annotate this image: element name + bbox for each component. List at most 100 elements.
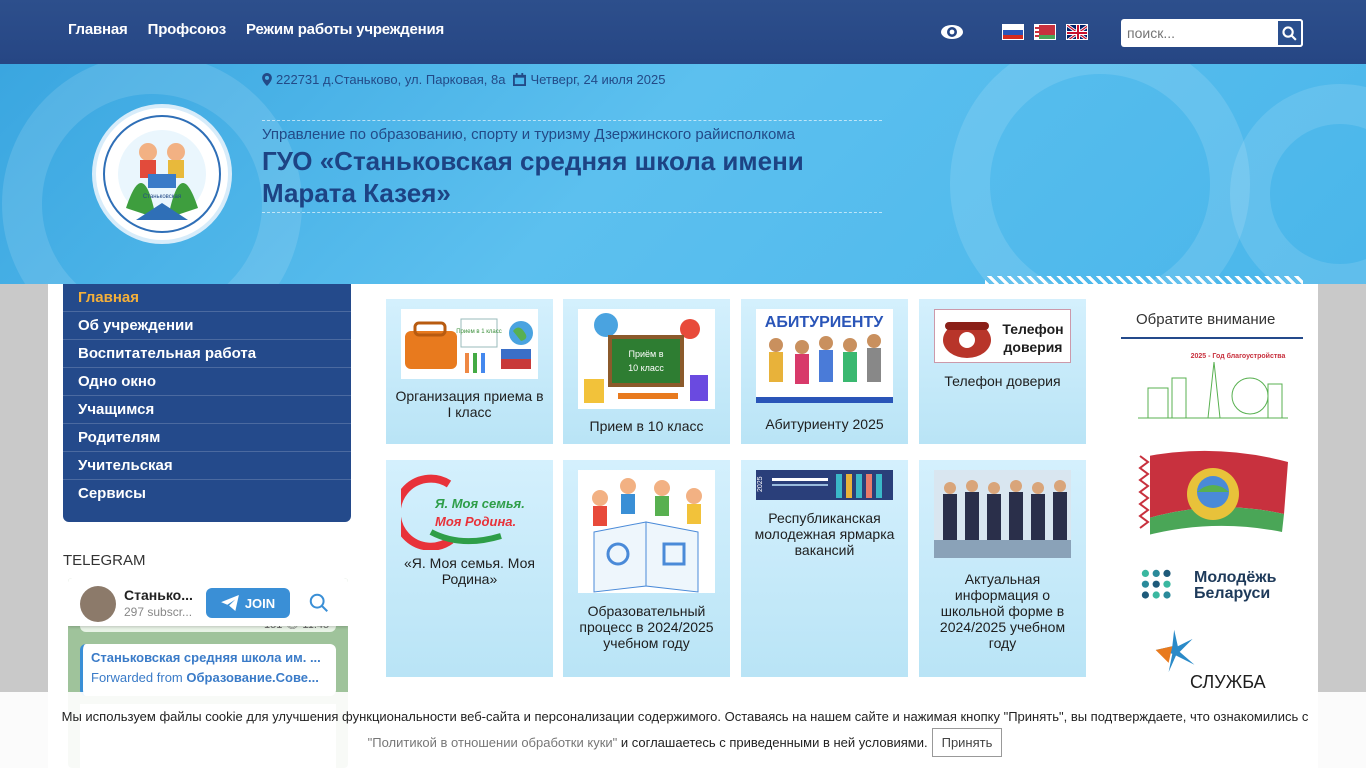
card-school-uniform[interactable]: Актуальная информация о школьной форме в… bbox=[919, 460, 1086, 677]
telegram-channel-name[interactable]: Станько... bbox=[124, 587, 193, 603]
card-img-text: Прием в 1 класс bbox=[456, 329, 502, 335]
map-marker-icon bbox=[262, 73, 272, 86]
card-caption: Республиканская молодежная ярмарка вакан… bbox=[754, 510, 895, 558]
card-my-family[interactable]: Я. Моя семья. Моя Родина. «Я. Моя семья.… bbox=[386, 460, 553, 677]
sidebar-item-teachers[interactable]: Учительская bbox=[63, 452, 351, 480]
side-menu: Главная Об учреждении Воспитательная раб… bbox=[63, 284, 351, 522]
telegram-message[interactable]: Станьковская средняя школа им. ... Forwa… bbox=[80, 644, 336, 696]
students-group-icon: АБИТУРИЕНТУ bbox=[756, 311, 893, 403]
top-nav: Главная Профсоюз Режим работы учреждения bbox=[68, 21, 444, 38]
banner-service-text: СЛУЖБА bbox=[1190, 672, 1266, 692]
card-image: АБИТУРИЕНТУ bbox=[756, 309, 893, 403]
telegram-join-button[interactable]: JOIN bbox=[206, 588, 290, 618]
banner-national-emblem[interactable] bbox=[1138, 448, 1288, 542]
telegram-message-title: Станьковская средняя школа им. ... bbox=[91, 650, 321, 665]
svg-text:Приём в: Приём в bbox=[629, 349, 664, 359]
sidebar-item-students[interactable]: Учащимся bbox=[63, 396, 351, 424]
topnav-union[interactable]: Профсоюз bbox=[148, 21, 227, 38]
attention-heading: Обратите внимание bbox=[1121, 308, 1303, 339]
youth-logo-icon bbox=[1141, 569, 1171, 599]
service-logo-icon bbox=[1155, 629, 1195, 673]
telegram-title: TELEGRAM bbox=[63, 552, 146, 569]
search-button[interactable] bbox=[1276, 19, 1303, 47]
phone-icon: Телефон доверия bbox=[943, 321, 1064, 358]
card-caption: «Я. Моя семья. Моя Родина» bbox=[403, 555, 535, 587]
search-input[interactable] bbox=[1127, 23, 1275, 43]
card-first-grade[interactable]: Прием в 1 класс Организация приема в I к… bbox=[386, 299, 553, 444]
card-trust-phone[interactable]: Телефон доверия Телефон доверия bbox=[919, 299, 1086, 444]
svg-text:доверия: доверия bbox=[1004, 339, 1063, 355]
address-line: 222731 д.Станьково, ул. Парковая, 8а Чет… bbox=[262, 72, 665, 87]
card-image: Приём в 10 класс bbox=[578, 309, 715, 409]
card-caption: Актуальная информация о школьной форме в… bbox=[939, 571, 1066, 651]
search-box bbox=[1121, 19, 1303, 47]
telegram-avatar[interactable] bbox=[80, 586, 116, 622]
banner-service[interactable]: СЛУЖБА bbox=[1138, 624, 1288, 692]
sidebar-item-home[interactable]: Главная bbox=[63, 284, 351, 312]
logo-emblem-icon: Станьковская bbox=[103, 115, 221, 233]
family-logo-icon: Я. Моя семья. Моя Родина. bbox=[401, 474, 525, 550]
card-image bbox=[578, 470, 715, 593]
school-name[interactable]: ГУО «Станьковская средняя школа имени Ма… bbox=[262, 145, 882, 209]
cookie-text: Мы используем файлы cookie для улучшения… bbox=[61, 709, 1309, 724]
cookie-policy-link[interactable]: "Политикой в отношении обработки куки" bbox=[368, 735, 618, 750]
sidebar-item-services[interactable]: Сервисы bbox=[63, 480, 351, 508]
card-image bbox=[934, 470, 1071, 558]
telegram-forwarded-source[interactable]: Образование.Сове... bbox=[186, 670, 319, 685]
by-flag-icon[interactable] bbox=[1034, 24, 1056, 40]
eye-icon[interactable] bbox=[940, 22, 964, 42]
banner-youth-belarus[interactable]: Молодёжь Беларуси bbox=[1138, 566, 1288, 606]
topnav-home[interactable]: Главная bbox=[68, 21, 128, 38]
telegram-subscribers: 297 subscr... bbox=[124, 605, 193, 619]
card-image: Прием в 1 класс bbox=[401, 309, 538, 379]
card-img-text: АБИТУРИЕНТУ bbox=[765, 314, 884, 331]
card-caption: Абитуриенту 2025 bbox=[765, 416, 884, 432]
uniform-students-icon bbox=[934, 470, 1071, 558]
svg-text:Станьковская: Станьковская bbox=[143, 194, 181, 200]
cookie-notice: Мы используем файлы cookie для улучшения… bbox=[0, 692, 1366, 768]
card-image: 2025 bbox=[756, 470, 893, 500]
header-divider bbox=[262, 120, 882, 121]
header-divider bbox=[262, 212, 882, 213]
card-caption: Прием в 10 класс bbox=[589, 418, 704, 434]
decor-ring bbox=[1230, 84, 1366, 284]
department-title: Управление по образованию, спорту и тури… bbox=[262, 126, 795, 143]
top-bar: Главная Профсоюз Режим работы учреждения bbox=[0, 0, 1366, 64]
card-caption: Образовательный процесс в 2024/2025 учеб… bbox=[579, 603, 714, 651]
svg-text:10 класс: 10 класс bbox=[628, 363, 664, 373]
sidebar-item-about[interactable]: Об учреждении bbox=[63, 312, 351, 340]
card-applicant[interactable]: АБИТУРИЕНТУ Абитуриенту 2025 bbox=[741, 299, 908, 444]
telegram-forwarded: Forwarded from Образование.Сове... bbox=[91, 670, 319, 685]
svg-text:Телефон: Телефон bbox=[1002, 321, 1063, 337]
decor-ring bbox=[950, 64, 1250, 284]
banner-year-text: 2025 - Год благоустройства bbox=[1191, 352, 1286, 360]
kids-book-icon bbox=[592, 478, 702, 593]
card-job-fair[interactable]: 2025 Республиканская молодежная ярмарка … bbox=[741, 460, 908, 677]
card-img-text: 2025 bbox=[757, 476, 764, 492]
card-education-process[interactable]: Образовательный процесс в 2024/2025 учеб… bbox=[563, 460, 730, 677]
telegram-search-icon[interactable] bbox=[308, 592, 330, 614]
cookie-accept-button[interactable]: Принять bbox=[931, 728, 1003, 757]
card-caption: Телефон доверия bbox=[944, 373, 1061, 389]
svg-text:Я. Моя семья.: Я. Моя семья. bbox=[434, 496, 525, 511]
banner-year-improvement[interactable]: 2025 - Год благоустройства bbox=[1138, 348, 1288, 422]
topnav-schedule[interactable]: Режим работы учреждения bbox=[246, 21, 444, 38]
site-header: 222731 д.Станьково, ул. Парковая, 8а Чет… bbox=[0, 64, 1366, 284]
card-image: Я. Моя семья. Моя Родина. bbox=[401, 470, 538, 550]
cookie-text-block: Мы используем файлы cookie для улучшения… bbox=[40, 705, 1330, 757]
calendar-icon bbox=[513, 73, 527, 86]
sidebar-item-one-window[interactable]: Одно окно bbox=[63, 368, 351, 396]
address-text: 222731 д.Станьково, ул. Парковая, 8а bbox=[276, 72, 506, 87]
decor-stripes bbox=[985, 276, 1303, 284]
search-icon bbox=[1282, 26, 1297, 41]
telegram-join-label: JOIN bbox=[244, 595, 276, 611]
school-logo[interactable]: Станьковская bbox=[92, 104, 232, 244]
card-image: Телефон доверия bbox=[934, 309, 1071, 363]
belarus-emblem-icon bbox=[1138, 450, 1288, 536]
ru-flag-icon[interactable] bbox=[1002, 24, 1024, 40]
card-tenth-grade[interactable]: Приём в 10 класс Прием в 10 класс bbox=[563, 299, 730, 444]
sidebar-item-upbringing[interactable]: Воспитательная работа bbox=[63, 340, 351, 368]
sidebar-item-parents[interactable]: Родителям bbox=[63, 424, 351, 452]
card-caption: Организация приема в I класс bbox=[395, 388, 544, 420]
uk-flag-icon[interactable] bbox=[1066, 24, 1088, 40]
